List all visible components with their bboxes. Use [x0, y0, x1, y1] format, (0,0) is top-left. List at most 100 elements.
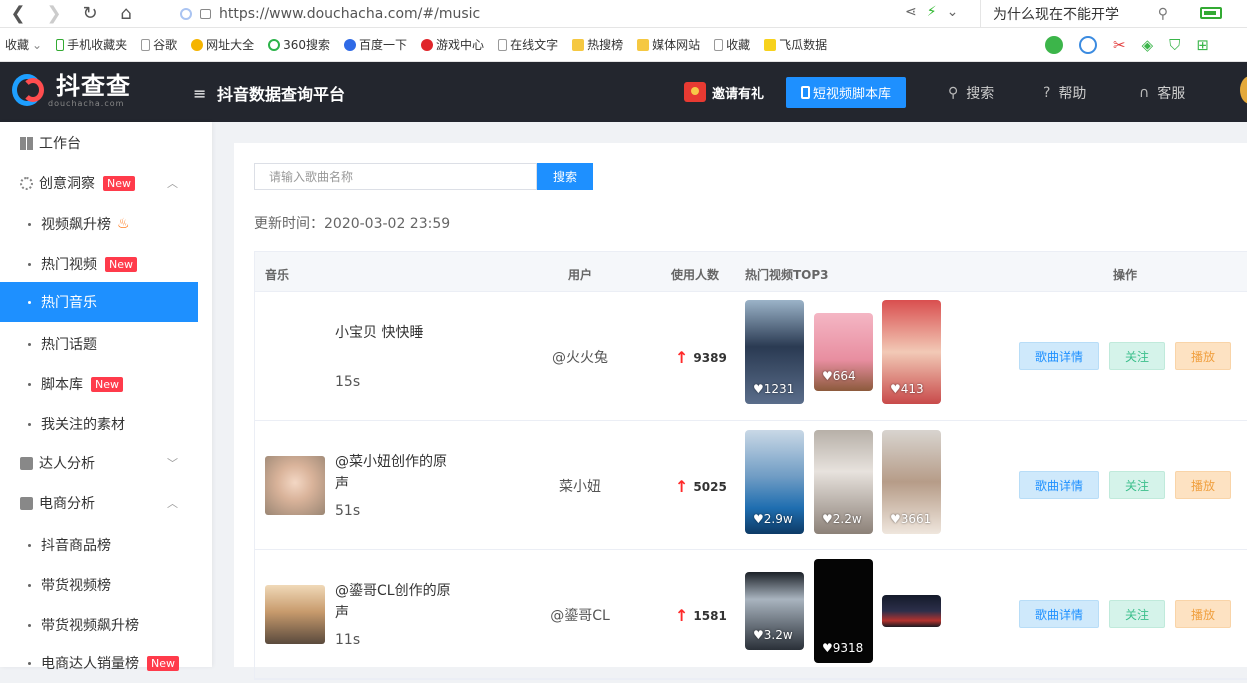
likes-count: ♥413 [890, 382, 924, 396]
sidebar-item-hot-music[interactable]: 热门音乐 [0, 282, 198, 322]
bookmark-item[interactable]: 百度一下 [344, 36, 407, 53]
col-uses: 使用人数 [671, 268, 720, 282]
sidebar-item-workbench[interactable]: 工作台 [0, 123, 198, 163]
browser-search-box[interactable]: 为什么现在不能开学 ⚲ [980, 0, 1180, 28]
invite-link[interactable]: 邀请有礼 [684, 82, 764, 102]
sidebar-item-talent-sales[interactable]: 电商达人销量榜 New [0, 643, 198, 683]
bookmark-item[interactable]: 360搜索 [268, 36, 330, 53]
menu-icon[interactable]: ≡ [193, 84, 206, 103]
app-header: 抖查查 douchacha.com ≡ 抖音数据查询平台 邀请有礼 短视频脚本库… [0, 62, 1247, 122]
wechat-icon[interactable] [1045, 36, 1063, 54]
header-service[interactable]: ∩ 客服 [1139, 83, 1185, 103]
minus-circle-icon[interactable] [1079, 36, 1097, 54]
bookmark-item[interactable]: 飞瓜数据 [764, 36, 827, 53]
search-hint-text: 为什么现在不能开学 [993, 7, 1119, 23]
header-help[interactable]: ? 帮助 [1043, 83, 1086, 103]
sidebar-item-sales-video-rising[interactable]: 带货视频飙升榜 [0, 605, 198, 645]
address-bar[interactable]: https://www.douchacha.com/#/music [180, 3, 970, 25]
video-thumbnail[interactable]: ♥664 [814, 313, 873, 391]
sidebar-item-hot-topic[interactable]: 热门话题 [0, 324, 198, 364]
follow-button[interactable]: 关注 [1109, 342, 1165, 370]
home-icon[interactable]: ⌂ [108, 0, 144, 28]
song-user[interactable]: @鎏哥CL [505, 605, 655, 625]
song-title[interactable]: 小宝贝 快快睡 [335, 322, 455, 344]
feigua-icon [764, 38, 777, 51]
sidebar-item-followed-material[interactable]: 我关注的素材 [0, 404, 198, 444]
bookmark-item[interactable]: 媒体网站 [637, 36, 700, 53]
music-table: 音乐 用户 使用人数 热门视频TOP3 操作 小宝贝 快快睡 15s @火火兔 … [254, 251, 1247, 680]
video-thumbnail[interactable]: ♥3.2w [745, 572, 804, 650]
song-title[interactable]: @菜小妞创作的原声 [335, 451, 455, 495]
shield-yen-icon[interactable]: ⛉ [1169, 36, 1180, 54]
likes-count: ♥2.2w [822, 512, 862, 526]
bookmark-item[interactable]: 热搜榜 [572, 36, 623, 53]
video-thumbnail[interactable]: ♥413 [882, 300, 941, 404]
bookmark-item[interactable]: 手机收藏夹 [56, 36, 127, 53]
header-search[interactable]: ⚲ 搜索 [948, 83, 994, 103]
back-icon[interactable]: ❮ [0, 0, 36, 28]
sidebar: 工作台 创意洞察 New ︿ 视频飙升榜 ♨ 热门视频 New 热门音乐 热门话题 … [0, 122, 212, 672]
gear-icon [20, 176, 33, 190]
likes-count: ♥3661 [890, 512, 932, 526]
bookmark-item[interactable]: 收藏 ⌄ [2, 36, 42, 53]
share-icon[interactable]: ⋖ [905, 4, 917, 20]
chevron-down-icon[interactable]: ⌄ [947, 4, 959, 20]
table-row: 小宝贝 快快睡 15s @火火兔 ↑ 9389 ♥1231 ♥664 ♥413 歌… [255, 292, 1247, 421]
table-header: 音乐 用户 使用人数 热门视频TOP3 操作 [255, 252, 1247, 292]
folder-icon [637, 38, 650, 51]
search-icon: ⚲ [948, 85, 959, 101]
arrow-up-icon: ↑ [675, 477, 689, 496]
play-button[interactable]: 播放 [1175, 342, 1231, 370]
bookmark-item[interactable]: 收藏 [714, 36, 750, 53]
sidebar-item-product-rank[interactable]: 抖音商品榜 [0, 525, 198, 565]
sidebar-item-talent[interactable]: 达人分析 ﹀ [0, 443, 198, 483]
lightning-icon[interactable]: ⚡ [927, 4, 937, 20]
url-text: https://www.douchacha.com/#/music [219, 6, 481, 22]
sidebar-item-ecommerce[interactable]: 电商分析 ︿ [0, 483, 198, 523]
bookmark-item[interactable]: 游戏中心 [421, 36, 484, 53]
video-thumbnail[interactable]: ♥9318 [814, 559, 873, 663]
new-badge: New [105, 256, 137, 272]
video-thumbnail[interactable]: ♥1231 [745, 300, 804, 404]
song-search-button[interactable]: 搜索 [537, 163, 593, 190]
song-search-input[interactable]: 请输入歌曲名称 [254, 163, 537, 190]
sidebar-item-hot-video[interactable]: 热门视频 New [0, 244, 198, 284]
translate-icon[interactable]: ◈ [1142, 36, 1154, 54]
logo[interactable]: 抖查查 douchacha.com [12, 70, 131, 110]
follow-button[interactable]: 关注 [1109, 471, 1165, 499]
song-cover[interactable] [265, 585, 325, 644]
video-thumbnail[interactable]: ♥2.9w [745, 430, 804, 534]
video-thumbnail[interactable]: ♥3661 [882, 430, 941, 534]
video-thumbnail[interactable]: ♥2.2w [814, 430, 873, 534]
table-row: @菜小妞创作的原声 51s 菜小妞 ↑ 5025 ♥2.9w ♥2.2w ♥366… [255, 421, 1247, 550]
song-detail-button[interactable]: 歌曲详情 [1019, 471, 1099, 499]
play-button[interactable]: 播放 [1175, 600, 1231, 628]
sidebar-item-script-lib[interactable]: 脚本库 New [0, 364, 198, 404]
bookmark-item[interactable]: 谷歌 [141, 36, 177, 53]
platform-title: 抖音数据查询平台 [217, 85, 346, 104]
song-cover[interactable] [265, 456, 325, 515]
play-button[interactable]: 播放 [1175, 471, 1231, 499]
song-user[interactable]: 菜小妞 [505, 476, 655, 496]
search-icon[interactable]: ⚲ [1158, 6, 1168, 22]
scissors-icon[interactable]: ✂ [1113, 36, 1126, 54]
script-library-button[interactable]: 短视频脚本库 [786, 77, 906, 108]
bookmark-item[interactable]: 在线文字 [498, 36, 558, 53]
likes-count: ♥9318 [822, 641, 864, 655]
song-detail-button[interactable]: 歌曲详情 [1019, 342, 1099, 370]
sidebar-item-sales-video[interactable]: 带货视频榜 [0, 565, 198, 605]
song-detail-button[interactable]: 歌曲详情 [1019, 600, 1099, 628]
grid-icon[interactable]: ⊞ [1196, 36, 1209, 54]
reload-icon[interactable]: ↻ [72, 0, 108, 28]
sidebar-item-video-rising[interactable]: 视频飙升榜 ♨ [0, 204, 198, 244]
bookmark-item[interactable]: 网址大全 [191, 36, 254, 53]
song-title[interactable]: @鎏哥CL创作的原声 [335, 580, 455, 624]
video-thumbnail[interactable] [882, 595, 941, 627]
browser-toolbar: ❮ ❯ ↻ ⌂ https://www.douchacha.com/#/musi… [0, 0, 1247, 28]
likes-count: ♥2.9w [753, 512, 793, 526]
follow-button[interactable]: 关注 [1109, 600, 1165, 628]
song-user[interactable]: @火火兔 [505, 347, 655, 367]
sidebar-item-creative[interactable]: 创意洞察 New ︿ [0, 163, 198, 203]
page-icon [714, 38, 724, 51]
forward-icon[interactable]: ❯ [36, 0, 72, 28]
